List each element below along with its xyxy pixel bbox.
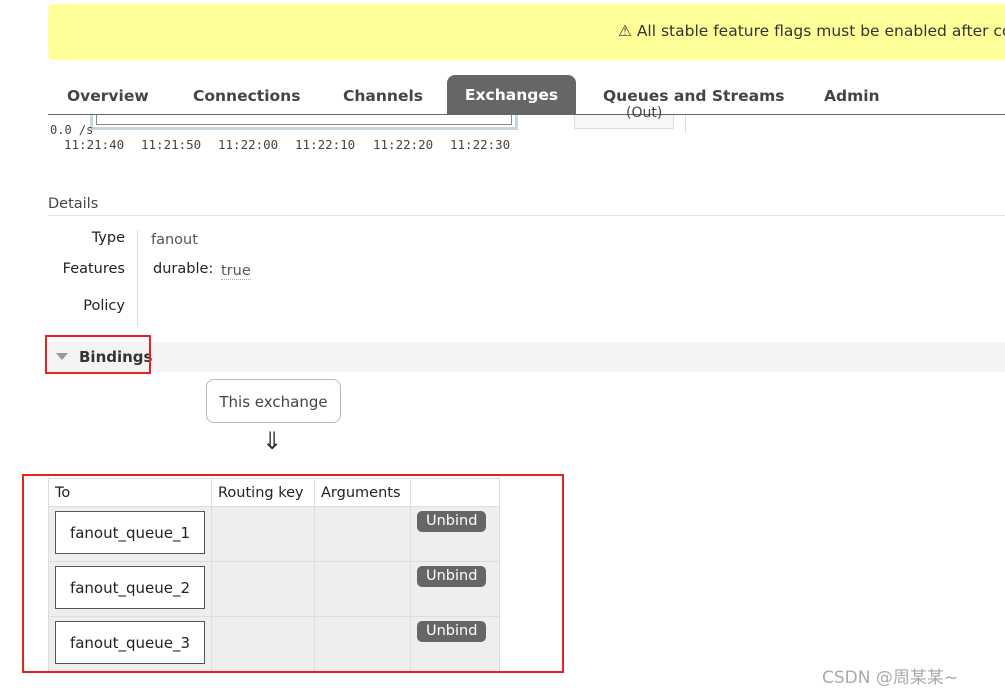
chart-x-tick: 11:21:40 bbox=[64, 137, 125, 152]
tab-connections[interactable]: Connections bbox=[193, 87, 300, 105]
chart-x-tick: 11:21:50 bbox=[141, 137, 202, 152]
chart-x-tick: 11:22:10 bbox=[295, 137, 356, 152]
tab-queues-and-streams[interactable]: Queues and Streams bbox=[603, 87, 784, 105]
banner-text: ⚠ All stable feature flags must be enabl… bbox=[618, 22, 1005, 40]
type-label: Type bbox=[91, 230, 125, 246]
tab-admin[interactable]: Admin bbox=[824, 87, 880, 105]
chart-x-tick: 11:22:20 bbox=[373, 137, 434, 152]
type-value: fanout bbox=[151, 232, 198, 248]
tab-overview[interactable]: Overview bbox=[67, 87, 149, 105]
rate-chart-plot bbox=[96, 115, 512, 125]
source-exchange-box: This exchange bbox=[206, 379, 341, 423]
highlight-box-bindings bbox=[45, 335, 151, 374]
highlight-box-table bbox=[22, 474, 564, 673]
bindings-header-bar[interactable] bbox=[48, 342, 1005, 372]
down-double-arrow-icon: ⇓ bbox=[262, 427, 283, 455]
chart-y-label: 0.0 /s bbox=[50, 123, 94, 137]
details-column-divider bbox=[137, 230, 138, 327]
details-section-title: Details bbox=[48, 196, 99, 212]
features-label: Features bbox=[62, 261, 125, 277]
policy-label: Policy bbox=[83, 298, 125, 314]
watermark: CSDN @周某某~ bbox=[822, 668, 959, 688]
tab-exchanges-label: Exchanges bbox=[464, 86, 559, 104]
tab-channels[interactable]: Channels bbox=[343, 87, 423, 105]
chart-legend-label: (Out) bbox=[626, 105, 663, 121]
chart-x-tick: 11:22:30 bbox=[450, 137, 511, 152]
details-divider bbox=[48, 215, 1005, 216]
features-key: durable: bbox=[153, 261, 214, 277]
chart-x-tick: 11:22:00 bbox=[218, 137, 279, 152]
chart-legend-divider bbox=[685, 115, 686, 133]
features-value: true bbox=[221, 263, 251, 280]
tab-exchanges[interactable]: Exchanges bbox=[447, 75, 576, 115]
